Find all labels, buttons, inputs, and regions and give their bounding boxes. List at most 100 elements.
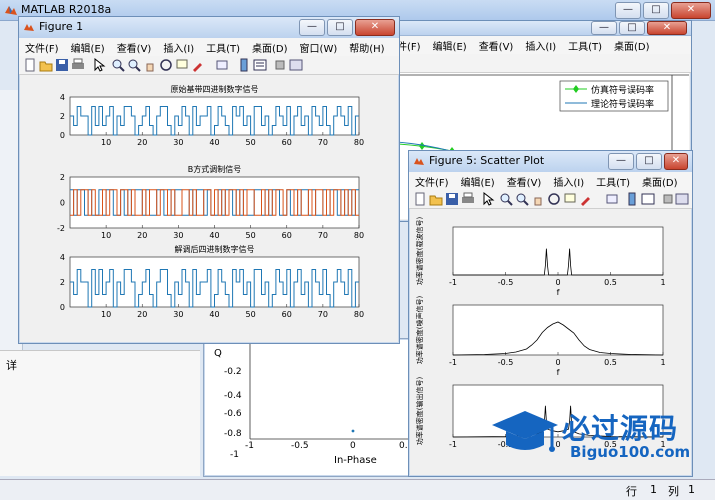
figure1-window[interactable]: Figure 1 — □ ✕ 文件(F) 编辑(E) 查看(V) 插入(I) 工具(T)…: [18, 16, 400, 344]
legend-icon[interactable]: [253, 58, 267, 72]
zoom-out-icon[interactable]: [127, 58, 141, 72]
x-tick-label: 50: [246, 310, 256, 319]
plot-axes-box: [452, 226, 664, 276]
y-tick-label: 2: [60, 112, 65, 121]
brush-icon[interactable]: [191, 58, 205, 72]
new-figure-icon[interactable]: [23, 58, 37, 72]
figure1-maximize-button[interactable]: □: [327, 19, 353, 36]
open-file-icon[interactable]: [39, 58, 53, 72]
subplot-title: B方式调制信号: [188, 164, 242, 174]
figure5-close-button[interactable]: ✕: [664, 153, 688, 170]
scatter-xlabel: In-Phase: [334, 455, 377, 466]
new-figure-icon[interactable]: [413, 192, 427, 206]
figure1-close-button[interactable]: ✕: [355, 19, 395, 36]
data-cursor-icon[interactable]: [175, 58, 189, 72]
data-cursor-icon[interactable]: [563, 192, 577, 206]
status-col-value: 1: [688, 483, 695, 496]
x-tick-label: 20: [137, 310, 147, 319]
hide-tools-icon[interactable]: [273, 58, 287, 72]
matlab-logo-icon: [5, 6, 17, 15]
ber-close-button[interactable]: ✕: [647, 21, 687, 35]
scatter-ytick: -1: [230, 450, 239, 460]
x-tick-label: 30: [173, 138, 183, 147]
brush-icon[interactable]: [579, 192, 593, 206]
zoom-out-icon[interactable]: [515, 192, 529, 206]
ber-menu-3[interactable]: 插入(I): [519, 36, 562, 53]
figure5-window-controls: — □ ✕: [608, 153, 688, 170]
figure1-titlebar: Figure 1 — □ ✕: [19, 17, 399, 39]
zoom-in-icon[interactable]: [499, 192, 513, 206]
pan-icon[interactable]: [531, 192, 545, 206]
figure1-canvas: 原始基带四进制数字信号 10 20 30 40 50 60 70 80 0 2 4 B方式调制信号 10 2…: [20, 75, 398, 341]
ber-menu-5[interactable]: 桌面(D): [608, 36, 656, 53]
f5-menu-view[interactable]: 查看(V): [501, 172, 548, 189]
colorbar-icon[interactable]: [237, 58, 251, 72]
show-tools-icon[interactable]: [289, 58, 303, 72]
figure5-minimize-button[interactable]: —: [608, 153, 634, 170]
save-icon[interactable]: [445, 192, 459, 206]
f5-menu-insert[interactable]: 插入(I): [547, 172, 590, 189]
show-tools-icon[interactable]: [675, 192, 689, 206]
figure1-minimize-button[interactable]: —: [299, 19, 325, 36]
minimize-button[interactable]: —: [615, 2, 641, 19]
open-file-icon[interactable]: [429, 192, 443, 206]
ber-minimize-button[interactable]: —: [591, 21, 617, 35]
y-tick-label: 2: [60, 173, 65, 182]
colorbar-icon[interactable]: [625, 192, 639, 206]
ber-menubar: 文件(F)编辑(E)查看(V)插入(I)工具(T)桌面(D)窗口(W)帮助(H): [381, 36, 691, 70]
ber-menu-2[interactable]: 查看(V): [473, 36, 520, 53]
print-icon[interactable]: [71, 58, 85, 72]
save-icon[interactable]: [55, 58, 69, 72]
scatter-xtick: -0.5: [291, 441, 309, 451]
menu-help[interactable]: 帮助(H): [343, 38, 390, 55]
scatter-plot-svg: Q -0.2 -0.4 -0.6 -0.8 -1 -1 -0.5 0 0.5 I…: [214, 339, 414, 466]
menu-insert[interactable]: 插入(I): [157, 38, 200, 55]
x-tick-label: 70: [318, 310, 328, 319]
close-button[interactable]: ✕: [671, 2, 711, 19]
x-tick-label: 0.5: [604, 278, 617, 287]
legend-icon[interactable]: [641, 192, 655, 206]
watermark-url: Biguo100.com: [570, 443, 691, 461]
figure5-maximize-button[interactable]: □: [636, 153, 662, 170]
ber-window-controls: — □ ✕: [591, 21, 687, 37]
pan-icon[interactable]: [143, 58, 157, 72]
pointer-icon[interactable]: [92, 57, 106, 72]
link-plot-icon[interactable]: [215, 58, 229, 72]
x-tick-label: -1: [449, 278, 457, 287]
scatter-figure-window[interactable]: Q -0.2 -0.4 -0.6 -0.8 -1 -1 -0.5 0 0.5 I…: [203, 338, 415, 477]
x-tick-label: 80: [354, 231, 364, 240]
rotate-icon[interactable]: [547, 192, 561, 206]
menu-window[interactable]: 窗口(W): [294, 38, 344, 55]
f5-menu-edit[interactable]: 编辑(E): [455, 172, 501, 189]
menu-edit[interactable]: 编辑(E): [65, 38, 111, 55]
x-tick-label: 10: [101, 310, 111, 319]
menu-tools[interactable]: 工具(T): [200, 38, 246, 55]
f5-menu-tools[interactable]: 工具(T): [590, 172, 636, 189]
y-tick-label: -2: [57, 224, 65, 233]
maximize-button[interactable]: □: [643, 2, 669, 19]
figure1-title: Figure 1: [39, 20, 84, 33]
ber-menu-4[interactable]: 工具(T): [562, 36, 608, 53]
ber-menu-1[interactable]: 编辑(E): [427, 36, 473, 53]
link-plot-icon[interactable]: [605, 192, 619, 206]
pointer-icon[interactable]: [481, 191, 495, 206]
menu-file[interactable]: 文件(F): [19, 38, 65, 55]
rotate-icon[interactable]: [159, 58, 173, 72]
menu-view[interactable]: 查看(V): [111, 38, 158, 55]
x-tick-label: -1: [449, 358, 457, 367]
matlab-window-controls: — □ ✕: [615, 2, 711, 19]
x-tick-label: 10: [101, 231, 111, 240]
ber-maximize-button[interactable]: □: [619, 21, 645, 35]
x-tick-label: -0.5: [498, 278, 514, 287]
f5-menu-file[interactable]: 文件(F): [409, 172, 455, 189]
hide-tools-icon[interactable]: [661, 192, 675, 206]
menu-desktop[interactable]: 桌面(D): [246, 38, 294, 55]
x-tick-label: 30: [173, 310, 183, 319]
x-axis-label: f: [557, 288, 560, 297]
x-tick-label: 70: [318, 231, 328, 240]
y-tick-label: 4: [60, 93, 65, 102]
zoom-in-icon[interactable]: [111, 58, 125, 72]
matlab-window-title: MATLAB R2018a: [21, 3, 112, 16]
f5-menu-desktop[interactable]: 桌面(D): [636, 172, 684, 189]
print-icon[interactable]: [461, 192, 475, 206]
